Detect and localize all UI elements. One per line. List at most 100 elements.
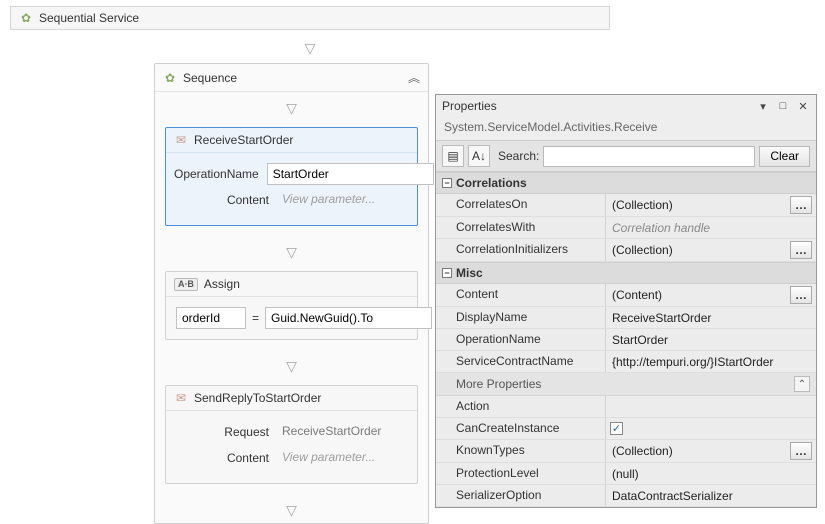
prop-correlates-with[interactable]: CorrelatesWith Correlation handle: [436, 217, 816, 239]
prop-value: (Collection): [610, 197, 786, 213]
content-label: Content: [174, 193, 269, 207]
chevron-up-icon[interactable]: ⌃: [794, 376, 810, 392]
prop-value: (Collection): [610, 443, 786, 459]
prop-content[interactable]: Content (Content) …: [436, 284, 816, 307]
ellipsis-button[interactable]: …: [790, 196, 812, 214]
content-label: Content: [174, 451, 269, 465]
prop-key: Content: [436, 284, 606, 306]
assign-activity[interactable]: A⋅B Assign =: [165, 271, 418, 340]
prop-serializer-option[interactable]: SerializerOption DataContractSerializer: [436, 485, 816, 507]
receive-body: OperationName Content View parameter...: [166, 153, 417, 225]
prop-value: (Collection): [610, 242, 786, 258]
collapse-icon[interactable]: −: [442, 178, 452, 188]
group-label: Misc: [456, 266, 483, 280]
clear-button[interactable]: Clear: [759, 146, 810, 167]
prop-value: (Content): [610, 287, 786, 303]
prop-protection-level[interactable]: ProtectionLevel (null): [436, 463, 816, 485]
prop-key: Action: [436, 396, 606, 417]
receive-display-name: ReceiveStartOrder: [194, 133, 293, 147]
request-value[interactable]: ReceiveStartOrder: [277, 421, 409, 443]
collapse-icon[interactable]: ︽: [408, 69, 420, 86]
drop-indicator-top: ▽: [10, 30, 610, 63]
receive-icon: ✉: [174, 133, 188, 147]
drop-indicator: ▽: [155, 236, 428, 265]
prop-action[interactable]: Action: [436, 396, 816, 418]
prop-key: CorrelationInitializers: [436, 239, 606, 261]
collapse-icon[interactable]: −: [442, 268, 452, 278]
properties-panel: Properties ▾ □ ✕ System.ServiceModel.Act…: [435, 94, 817, 508]
prop-key: ProtectionLevel: [436, 463, 606, 484]
ellipsis-button[interactable]: …: [790, 241, 812, 259]
assign-title: Assign: [204, 277, 240, 291]
prop-correlates-on[interactable]: CorrelatesOn (Collection) …: [436, 194, 816, 217]
properties-toolbar: ▤ A↓ Search: Clear: [436, 140, 816, 172]
drop-indicator: ▽: [155, 350, 428, 379]
sequential-service-title: Sequential Service: [39, 11, 139, 25]
prop-operation-name[interactable]: OperationName StartOrder: [436, 329, 816, 351]
sendreply-display-name: SendReplyToStartOrder: [194, 391, 321, 405]
search-input[interactable]: [543, 146, 755, 167]
prop-value[interactable]: DataContractSerializer: [610, 488, 812, 504]
prop-key: CorrelatesOn: [436, 194, 606, 216]
assign-value-input[interactable]: [265, 307, 432, 329]
sendreply-body: Request ReceiveStartOrder Content View p…: [166, 411, 417, 483]
more-properties-row[interactable]: More Properties ⌃: [436, 373, 816, 396]
properties-title: Properties: [442, 99, 497, 113]
content-link[interactable]: View parameter...: [277, 189, 409, 211]
prop-value[interactable]: StartOrder: [610, 332, 812, 348]
categorized-button[interactable]: ▤: [442, 145, 464, 167]
prop-value[interactable]: {http://tempuri.org/}IStartOrder: [610, 354, 812, 370]
drop-indicator: ▽: [155, 92, 428, 121]
window-icon[interactable]: □: [776, 99, 790, 113]
prop-key: SerializerOption: [436, 485, 606, 506]
sequence-activity[interactable]: ✿ Sequence ︽ ▽ ✉ ReceiveStartOrder Opera…: [154, 63, 429, 524]
sequence-header[interactable]: ✿ Sequence ︽: [155, 64, 428, 92]
operation-name-label: OperationName: [174, 167, 259, 181]
ellipsis-button[interactable]: …: [790, 442, 812, 460]
group-correlations[interactable]: − Correlations: [436, 172, 816, 194]
prop-key: CanCreateInstance: [436, 418, 606, 439]
receive-activity[interactable]: ✉ ReceiveStartOrder OperationName Conten…: [165, 127, 418, 226]
group-misc[interactable]: − Misc: [436, 262, 816, 284]
assign-body: =: [166, 297, 417, 339]
properties-subtitle: System.ServiceModel.Activities.Receive: [436, 117, 816, 140]
gear-icon: ✿: [19, 11, 33, 25]
prop-value[interactable]: [610, 406, 812, 408]
group-label: Correlations: [456, 176, 527, 190]
prop-can-create-instance[interactable]: CanCreateInstance ✓: [436, 418, 816, 440]
receive-header[interactable]: ✉ ReceiveStartOrder: [166, 128, 417, 153]
prop-key: OperationName: [436, 329, 606, 350]
prop-known-types[interactable]: KnownTypes (Collection) …: [436, 440, 816, 463]
alphabetical-button[interactable]: A↓: [468, 145, 490, 167]
dropdown-icon[interactable]: ▾: [756, 99, 770, 113]
more-properties-label: More Properties: [456, 377, 541, 391]
prop-key: DisplayName: [436, 307, 606, 328]
prop-key: CorrelatesWith: [436, 217, 606, 238]
assign-header[interactable]: A⋅B Assign: [166, 272, 417, 297]
sequential-service-header[interactable]: ✿ Sequential Service: [10, 6, 610, 30]
can-create-instance-checkbox[interactable]: ✓: [610, 422, 623, 435]
assign-equals: =: [252, 311, 259, 325]
search-label: Search:: [498, 149, 539, 163]
sendreply-icon: ✉: [174, 391, 188, 405]
gear-icon: ✿: [163, 71, 177, 85]
prop-correlation-initializers[interactable]: CorrelationInitializers (Collection) …: [436, 239, 816, 262]
ellipsis-button[interactable]: …: [790, 286, 812, 304]
properties-titlebar[interactable]: Properties ▾ □ ✕: [436, 95, 816, 117]
prop-service-contract-name[interactable]: ServiceContractName {http://tempuri.org/…: [436, 351, 816, 373]
prop-key: KnownTypes: [436, 440, 606, 462]
assign-to-input[interactable]: [176, 307, 246, 329]
assign-icon: A⋅B: [174, 278, 198, 291]
sendreply-header[interactable]: ✉ SendReplyToStartOrder: [166, 386, 417, 411]
prop-value[interactable]: ReceiveStartOrder: [610, 310, 812, 326]
sequence-title: Sequence: [183, 71, 237, 85]
prop-display-name[interactable]: DisplayName ReceiveStartOrder: [436, 307, 816, 329]
sendreply-activity[interactable]: ✉ SendReplyToStartOrder Request ReceiveS…: [165, 385, 418, 484]
prop-value[interactable]: (null): [610, 466, 812, 482]
prop-value[interactable]: Correlation handle: [610, 220, 812, 236]
content-link[interactable]: View parameter...: [277, 447, 409, 469]
prop-key: ServiceContractName: [436, 351, 606, 372]
request-label: Request: [174, 425, 269, 439]
operation-name-input[interactable]: [267, 163, 434, 185]
close-icon[interactable]: ✕: [796, 99, 810, 113]
